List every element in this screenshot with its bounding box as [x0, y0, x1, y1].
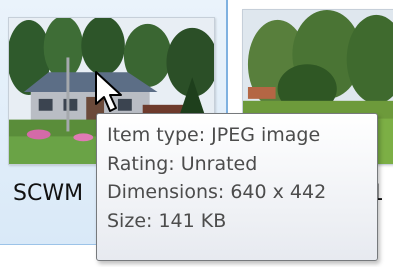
file-info-tooltip: Item type: JPEG image Rating: Unrated Di… — [96, 113, 378, 261]
tooltip-item-type: Item type: JPEG image — [107, 124, 321, 146]
tooltip-size: Size: 141 KB — [107, 209, 227, 232]
tooltip-dimensions: Dimensions: 640 x 442 — [107, 181, 327, 203]
mouse-pointer-icon — [95, 71, 122, 112]
tooltip-rating: Rating: Unrated — [107, 152, 258, 175]
file-name: SCWM — [13, 181, 84, 206]
